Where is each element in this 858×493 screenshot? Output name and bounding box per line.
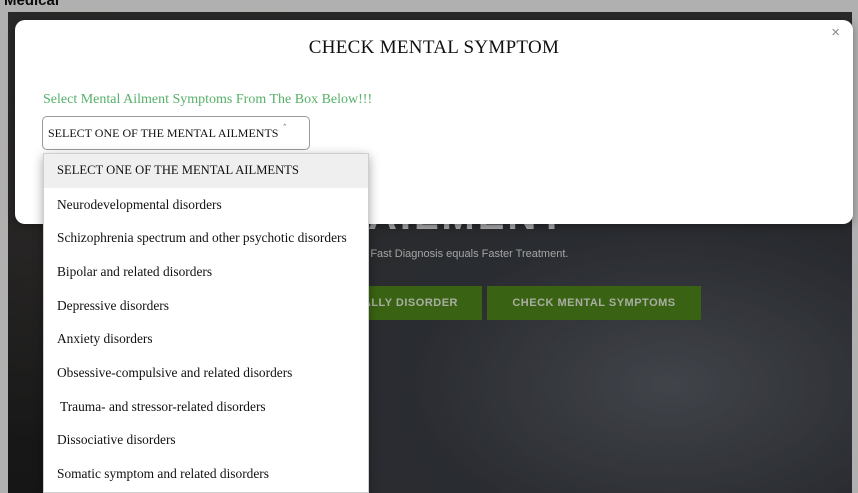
dropdown-option[interactable]: Depressive disorders	[44, 289, 368, 323]
dropdown-option[interactable]: Obsessive-compulsive and related disorde…	[44, 356, 368, 390]
dropdown-option[interactable]: Bipolar and related disorders	[44, 255, 368, 289]
mental-ailment-select[interactable]: SELECT ONE OF THE MENTAL AILMENTS ˆ	[42, 116, 310, 150]
chevron-up-icon: ˆ	[282, 124, 287, 134]
dropdown-option[interactable]: Neurodevelopmental disorders	[44, 188, 368, 222]
dropdown-option[interactable]: Schizophrenia spectrum and other psychot…	[44, 221, 368, 255]
ailment-dropdown-list: SELECT ONE OF THE MENTAL AILMENTS Neurod…	[43, 153, 369, 493]
dropdown-option[interactable]: Somatic symptom and related disorders	[44, 457, 368, 491]
dropdown-option[interactable]: Anxiety disorders	[44, 322, 368, 356]
close-icon[interactable]: ×	[831, 24, 840, 41]
dropdown-option[interactable]: Trauma- and stressor-related disorders	[44, 390, 368, 424]
modal-title: CHECK MENTAL SYMPTOM	[308, 37, 560, 58]
dropdown-option[interactable]: Dissociative disorders	[44, 424, 368, 458]
dropdown-option[interactable]: SELECT ONE OF THE MENTAL AILMENTS	[44, 154, 368, 188]
select-value: SELECT ONE OF THE MENTAL AILMENTS	[48, 125, 279, 140]
instruction-text: Select Mental Ailment Symptoms From The …	[43, 92, 373, 107]
